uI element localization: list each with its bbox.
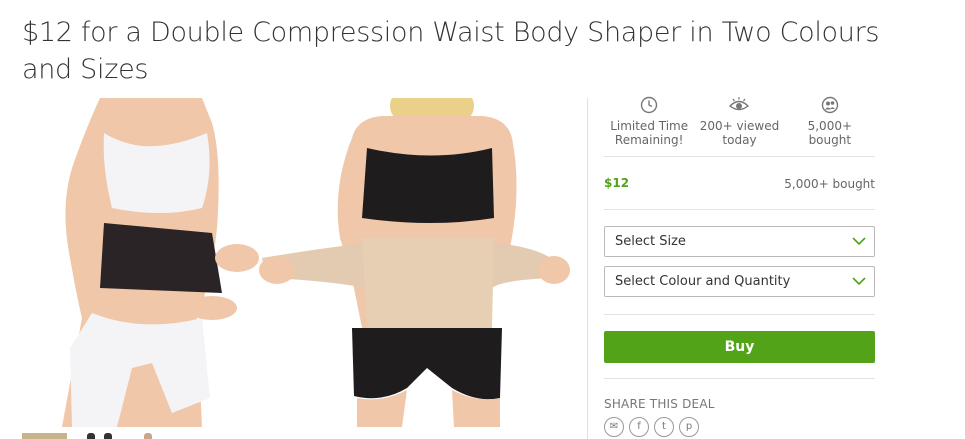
right-model (259, 98, 570, 427)
stat-bought-line1: 5,000+ bought (807, 119, 853, 147)
thumbnail-strip (22, 433, 222, 439)
twitter-icon[interactable]: t (654, 417, 674, 437)
size-select-label: Select Size (615, 234, 686, 249)
left-model (62, 98, 259, 427)
thumbnail-2[interactable] (87, 433, 95, 439)
stat-limited-time-line1: Limited Time (610, 119, 689, 133)
price-row: $12 5,000+ bought (604, 157, 875, 209)
deal-title: $12 for a Double Compression Waist Body … (22, 17, 880, 85)
size-select[interactable]: Select Size (604, 226, 875, 257)
facebook-icon[interactable]: f (629, 417, 649, 437)
stat-viewed: 200+ viewed today (694, 96, 784, 156)
chevron-down-icon (852, 277, 866, 286)
share-title: SHARE THIS DEAL (604, 397, 715, 411)
share-icons: ✉ f t p (604, 417, 875, 437)
eye-icon (729, 97, 750, 111)
colour-quantity-select[interactable]: Select Colour and Quantity (604, 266, 875, 297)
email-icon[interactable]: ✉ (604, 417, 624, 437)
clock-icon (640, 96, 658, 114)
product-photo (62, 98, 570, 427)
thumbnail-4[interactable] (144, 433, 152, 439)
stat-limited-time: Limited Time Remaining! (604, 96, 694, 156)
colour-select-label: Select Colour and Quantity (615, 274, 791, 289)
thumbnail-3[interactable] (104, 433, 112, 439)
chevron-down-icon (852, 237, 866, 246)
stat-viewed-line1: 200+ viewed (699, 119, 780, 133)
deal-stats: Limited Time Remaining! 200+ viewed toda… (604, 96, 875, 156)
thumbnail-1[interactable] (22, 433, 67, 439)
stat-bought: 5,000+ bought (785, 96, 875, 156)
buy-button[interactable]: Buy (604, 331, 875, 363)
deal-sidebar: Limited Time Remaining! 200+ viewed toda… (604, 96, 875, 437)
bought-count: 5,000+ bought (784, 177, 875, 191)
product-image[interactable] (22, 98, 570, 427)
pinterest-icon[interactable]: p (679, 417, 699, 437)
stat-limited-time-line2: Remaining! (614, 133, 684, 147)
people-icon (821, 96, 839, 114)
deal-price: $12 (604, 176, 630, 190)
sidebar-divider (587, 98, 588, 439)
stat-viewed-line2: today (722, 133, 757, 147)
